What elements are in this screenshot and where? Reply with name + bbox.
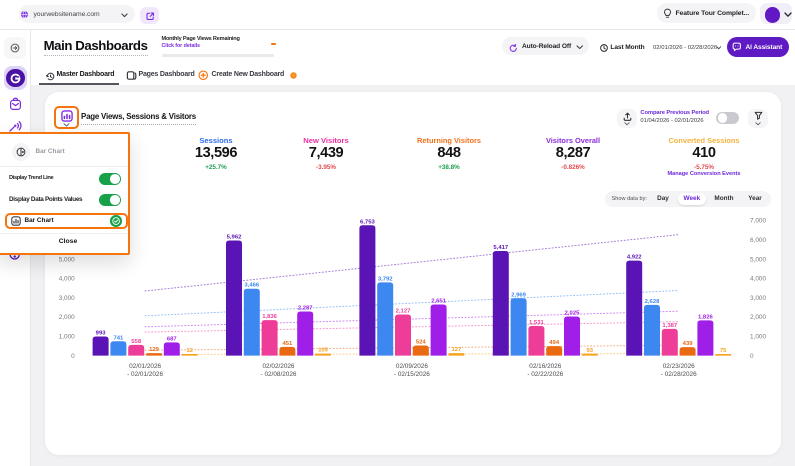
svg-text:93: 93	[587, 348, 594, 354]
svg-text:7,000: 7,000	[750, 218, 766, 225]
svg-text:3,000: 3,000	[750, 295, 766, 302]
svg-text:741: 741	[113, 335, 124, 341]
svg-text:1,000: 1,000	[59, 334, 75, 341]
svg-text:02/23/2026: 02/23/2026	[663, 363, 695, 370]
svg-text:6,753: 6,753	[360, 219, 375, 225]
svg-text:5,000: 5,000	[59, 256, 75, 263]
svg-text:1,531: 1,531	[529, 320, 544, 326]
svg-text:3,000: 3,000	[59, 295, 75, 302]
svg-text:4,000: 4,000	[59, 276, 75, 283]
svg-text:02/16/2026: 02/16/2026	[529, 363, 561, 370]
svg-text:- 02/15/2026: - 02/15/2026	[394, 371, 430, 378]
svg-text:3,466: 3,466	[244, 283, 259, 289]
svg-text:2,651: 2,651	[431, 298, 446, 304]
svg-text:02/09/2026: 02/09/2026	[396, 363, 428, 370]
svg-text:524: 524	[416, 340, 427, 346]
svg-text:105: 105	[318, 348, 329, 354]
svg-text:127: 127	[451, 347, 462, 353]
svg-text:2,287: 2,287	[298, 306, 313, 312]
svg-text:5,962: 5,962	[227, 235, 242, 241]
svg-text:1,836: 1,836	[262, 314, 277, 320]
svg-text:2,127: 2,127	[396, 309, 411, 315]
svg-text:2,000: 2,000	[750, 314, 766, 321]
svg-text:0: 0	[750, 353, 754, 360]
svg-text:5,000: 5,000	[750, 256, 766, 263]
svg-text:02/01/2026: 02/01/2026	[129, 363, 161, 370]
svg-text:2,628: 2,628	[645, 299, 660, 305]
svg-text:1,387: 1,387	[662, 323, 677, 329]
svg-text:0: 0	[71, 353, 75, 360]
svg-text:02/02/2026: 02/02/2026	[263, 363, 295, 370]
svg-text:6,000: 6,000	[750, 237, 766, 244]
svg-text:993: 993	[96, 330, 107, 336]
svg-text:439: 439	[683, 341, 694, 347]
svg-text:75: 75	[720, 348, 727, 354]
svg-text:129: 129	[149, 347, 160, 353]
svg-text:12: 12	[186, 348, 193, 354]
svg-text:- 02/01/2026: - 02/01/2026	[127, 371, 163, 378]
svg-text:4,000: 4,000	[750, 276, 766, 283]
svg-text:5,417: 5,417	[493, 245, 508, 251]
svg-text:2,025: 2,025	[565, 311, 580, 317]
svg-text:2,969: 2,969	[511, 292, 526, 298]
svg-text:687: 687	[167, 336, 178, 342]
svg-text:3,792: 3,792	[378, 276, 393, 282]
svg-text:- 02/22/2026: - 02/22/2026	[527, 371, 563, 378]
svg-text:1,000: 1,000	[750, 334, 766, 341]
svg-text:- 02/08/2026: - 02/08/2026	[261, 371, 297, 378]
svg-text:558: 558	[131, 339, 142, 345]
svg-text:1,826: 1,826	[698, 314, 713, 320]
svg-text:494: 494	[549, 340, 560, 346]
svg-text:- 02/28/2026: - 02/28/2026	[661, 371, 697, 378]
svg-text:2,000: 2,000	[59, 314, 75, 321]
svg-text:4,922: 4,922	[627, 255, 642, 261]
svg-text:451: 451	[282, 341, 293, 347]
